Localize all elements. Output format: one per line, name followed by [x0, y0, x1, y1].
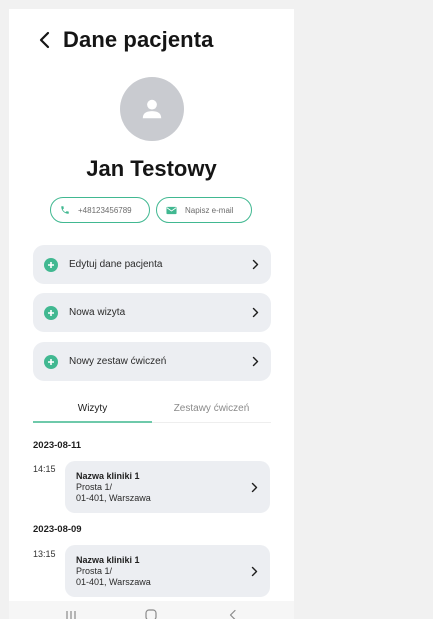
patient-name: Jan Testowy — [86, 156, 217, 181]
plus-circle-icon — [44, 354, 58, 369]
tab-bar: Wizyty Zestawy ćwiczeń — [33, 397, 271, 423]
visit-card[interactable]: Nazwa kliniki 1 Prosta 1/ 01-401, Warsza… — [65, 461, 270, 513]
chevron-right-icon — [252, 356, 259, 367]
phone-icon — [60, 205, 70, 215]
visit-card[interactable]: Nazwa kliniki 1 Prosta 1/ 01-401, Warsza… — [65, 545, 270, 597]
visit-date: 2023-08-11 — [33, 440, 82, 451]
back-nav-icon — [229, 609, 236, 619]
chevron-right-icon — [252, 259, 259, 270]
recent-apps-icon — [66, 611, 76, 619]
email-button[interactable]: Napisz e-mail — [156, 197, 252, 223]
tab-track — [152, 422, 271, 423]
menu-item-new-exercise-set[interactable]: Nowy zestaw ćwiczeń — [33, 342, 271, 381]
clinic-street: Prosta 1/ — [76, 482, 113, 492]
page-title: Dane pacjenta — [63, 27, 214, 52]
plus-circle-icon — [44, 257, 58, 272]
email-label: Napisz e-mail — [185, 205, 234, 215]
clinic-street: Prosta 1/ — [76, 566, 113, 576]
clinic-city: 01-401, Warszawa — [76, 493, 151, 503]
recent-apps-button[interactable] — [61, 607, 81, 619]
phone-number: +48123456789 — [78, 205, 132, 215]
menu-item-label: Nowa wizyta — [69, 307, 126, 318]
menu-item-label: Edytuj dane pacjenta — [69, 259, 163, 270]
clinic-name: Nazwa kliniki 1 — [76, 555, 140, 565]
tab-exercise-sets[interactable]: Zestawy ćwiczeń — [152, 397, 271, 421]
tab-active-indicator — [33, 421, 152, 423]
visit-time: 13:15 — [33, 549, 56, 559]
avatar — [120, 77, 184, 141]
chevron-left-icon — [39, 31, 50, 49]
menu-item-edit-patient[interactable]: Edytuj dane pacjenta — [33, 245, 271, 284]
back-button[interactable] — [31, 25, 57, 55]
home-button[interactable] — [141, 607, 161, 619]
system-nav-bar — [9, 601, 294, 619]
visit-date: 2023-08-09 — [33, 524, 82, 535]
header: Dane pacjenta — [9, 23, 294, 57]
chevron-right-icon — [251, 566, 258, 577]
menu-item-label: Nowy zestaw ćwiczeń — [69, 356, 167, 367]
plus-circle-icon — [44, 305, 58, 320]
phone-screen: Dane pacjenta Jan Testowy +48123456789 N… — [9, 9, 294, 619]
tab-visits[interactable]: Wizyty — [33, 397, 152, 421]
home-icon — [145, 609, 157, 619]
visit-time: 14:15 — [33, 464, 56, 474]
back-nav-button[interactable] — [223, 607, 243, 619]
phone-button[interactable]: +48123456789 — [50, 197, 150, 223]
mail-icon — [166, 206, 177, 215]
clinic-city: 01-401, Warszawa — [76, 577, 151, 587]
chevron-right-icon — [252, 307, 259, 318]
menu-item-new-visit[interactable]: Nowa wizyta — [33, 293, 271, 332]
clinic-name: Nazwa kliniki 1 — [76, 471, 140, 481]
user-icon — [142, 99, 162, 119]
chevron-right-icon — [251, 482, 258, 493]
